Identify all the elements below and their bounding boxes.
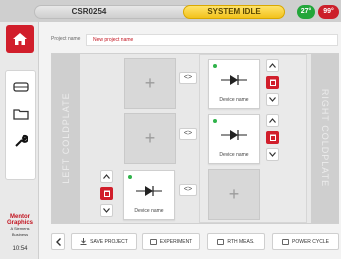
- device-card[interactable]: Device name: [208, 114, 260, 164]
- back-button[interactable]: [51, 233, 65, 250]
- chevron-up-icon: [269, 63, 276, 68]
- empty-slot[interactable]: +: [124, 113, 176, 164]
- trash-icon: [269, 134, 276, 141]
- trash-icon: [269, 79, 276, 86]
- move-up-button[interactable]: [100, 170, 113, 183]
- diode-icon: [221, 130, 247, 140]
- chart-icon: [217, 238, 225, 245]
- chevron-down-icon: [269, 152, 276, 157]
- status-led: [128, 175, 132, 179]
- trash-icon: [103, 190, 110, 197]
- nav-folder-button[interactable]: [6, 100, 35, 127]
- rth-meas-label: RTH MEAS.: [227, 238, 255, 245]
- nav-group: [5, 70, 36, 180]
- logo-sub: A Siemens Business: [10, 226, 30, 237]
- delete-device-button[interactable]: [266, 76, 279, 89]
- chevron-down-icon: [269, 97, 276, 102]
- rth-meas-button[interactable]: RTH MEAS.: [207, 233, 265, 250]
- back-icon: [55, 237, 61, 246]
- temperature-left-badge: 27°: [297, 5, 315, 19]
- project-row: Project name New project name: [51, 34, 339, 46]
- bottom-toolbar: SAVE PROJECT EXPERIMENT RTH MEAS. POWER …: [51, 233, 339, 250]
- chevron-up-icon: [269, 118, 276, 123]
- device-name: Device name: [219, 152, 249, 158]
- device-name: Device name: [219, 97, 249, 103]
- status-bar: CSR0254 SYSTEM IDLE 27° 99°: [0, 0, 341, 22]
- clock: 10:54: [12, 246, 28, 252]
- layout-canvas: LEFT COLDPLATE RIGHT COLDPLATE + + Devic…: [51, 53, 339, 224]
- status-led: [213, 64, 217, 68]
- project-name-label: Project name: [51, 36, 81, 42]
- chevron-up-icon: [103, 174, 110, 179]
- save-project-label: SAVE PROJECT: [90, 238, 128, 245]
- swap-button[interactable]: <>: [179, 72, 197, 84]
- right-coldplate: RIGHT COLDPLATE: [311, 54, 339, 223]
- move-down-button[interactable]: [100, 204, 113, 217]
- temperature-right-badge: 99°: [318, 5, 339, 19]
- logo: Mentor Graphics A Siemens Business: [2, 214, 38, 238]
- nav-drive-button[interactable]: [6, 73, 35, 100]
- swap-button[interactable]: <>: [179, 184, 197, 196]
- move-up-button[interactable]: [266, 114, 279, 127]
- power-cycle-label: POWER CYCLE: [292, 238, 329, 245]
- swap-button[interactable]: <>: [179, 128, 197, 140]
- move-down-button[interactable]: [266, 93, 279, 106]
- diode-icon: [136, 186, 162, 196]
- experiment-button[interactable]: EXPERIMENT: [142, 233, 200, 250]
- left-nav: Mentor Graphics A Siemens Business 10:54: [0, 22, 39, 259]
- right-slot-column: Device name Device name +: [199, 54, 307, 223]
- empty-slot[interactable]: +: [124, 58, 176, 109]
- system-status-pill: SYSTEM IDLE: [183, 5, 285, 19]
- drive-icon: [12, 81, 29, 92]
- diode-icon: [221, 75, 247, 85]
- empty-slot[interactable]: +: [208, 169, 260, 220]
- download-icon: [80, 238, 87, 245]
- nav-settings-button[interactable]: [6, 127, 35, 154]
- left-slot-column: + + Device name: [92, 54, 186, 223]
- power-cycle-button[interactable]: POWER CYCLE: [272, 233, 339, 250]
- device-card[interactable]: Device name: [123, 170, 175, 220]
- save-project-button[interactable]: SAVE PROJECT: [71, 233, 137, 250]
- delete-device-button[interactable]: [266, 131, 279, 144]
- left-coldplate: LEFT COLDPLATE: [52, 54, 80, 223]
- right-coldplate-label: RIGHT COLDPLATE: [320, 88, 330, 188]
- left-coldplate-label: LEFT COLDPLATE: [61, 92, 71, 184]
- status-led: [213, 119, 217, 123]
- chevron-down-icon: [103, 208, 110, 213]
- chart-icon: [149, 238, 157, 245]
- device-id: CSR0254: [71, 7, 107, 16]
- move-down-button[interactable]: [266, 148, 279, 161]
- home-icon: [13, 33, 27, 45]
- chart-icon: [282, 238, 290, 245]
- home-button[interactable]: [6, 25, 34, 53]
- wrench-icon: [14, 134, 28, 147]
- device-name: Device name: [134, 208, 164, 214]
- app-frame: CSR0254 SYSTEM IDLE 27° 99° Mentor Graph…: [0, 0, 341, 259]
- experiment-label: EXPERIMENT: [159, 238, 193, 245]
- folder-icon: [12, 108, 29, 120]
- nav-empty-button[interactable]: [6, 154, 35, 181]
- logo-brand: Mentor Graphics: [6, 214, 33, 226]
- project-name-field[interactable]: New project name: [86, 34, 338, 46]
- move-up-button[interactable]: [266, 59, 279, 72]
- device-card[interactable]: Device name: [208, 59, 260, 109]
- delete-device-button[interactable]: [100, 187, 113, 200]
